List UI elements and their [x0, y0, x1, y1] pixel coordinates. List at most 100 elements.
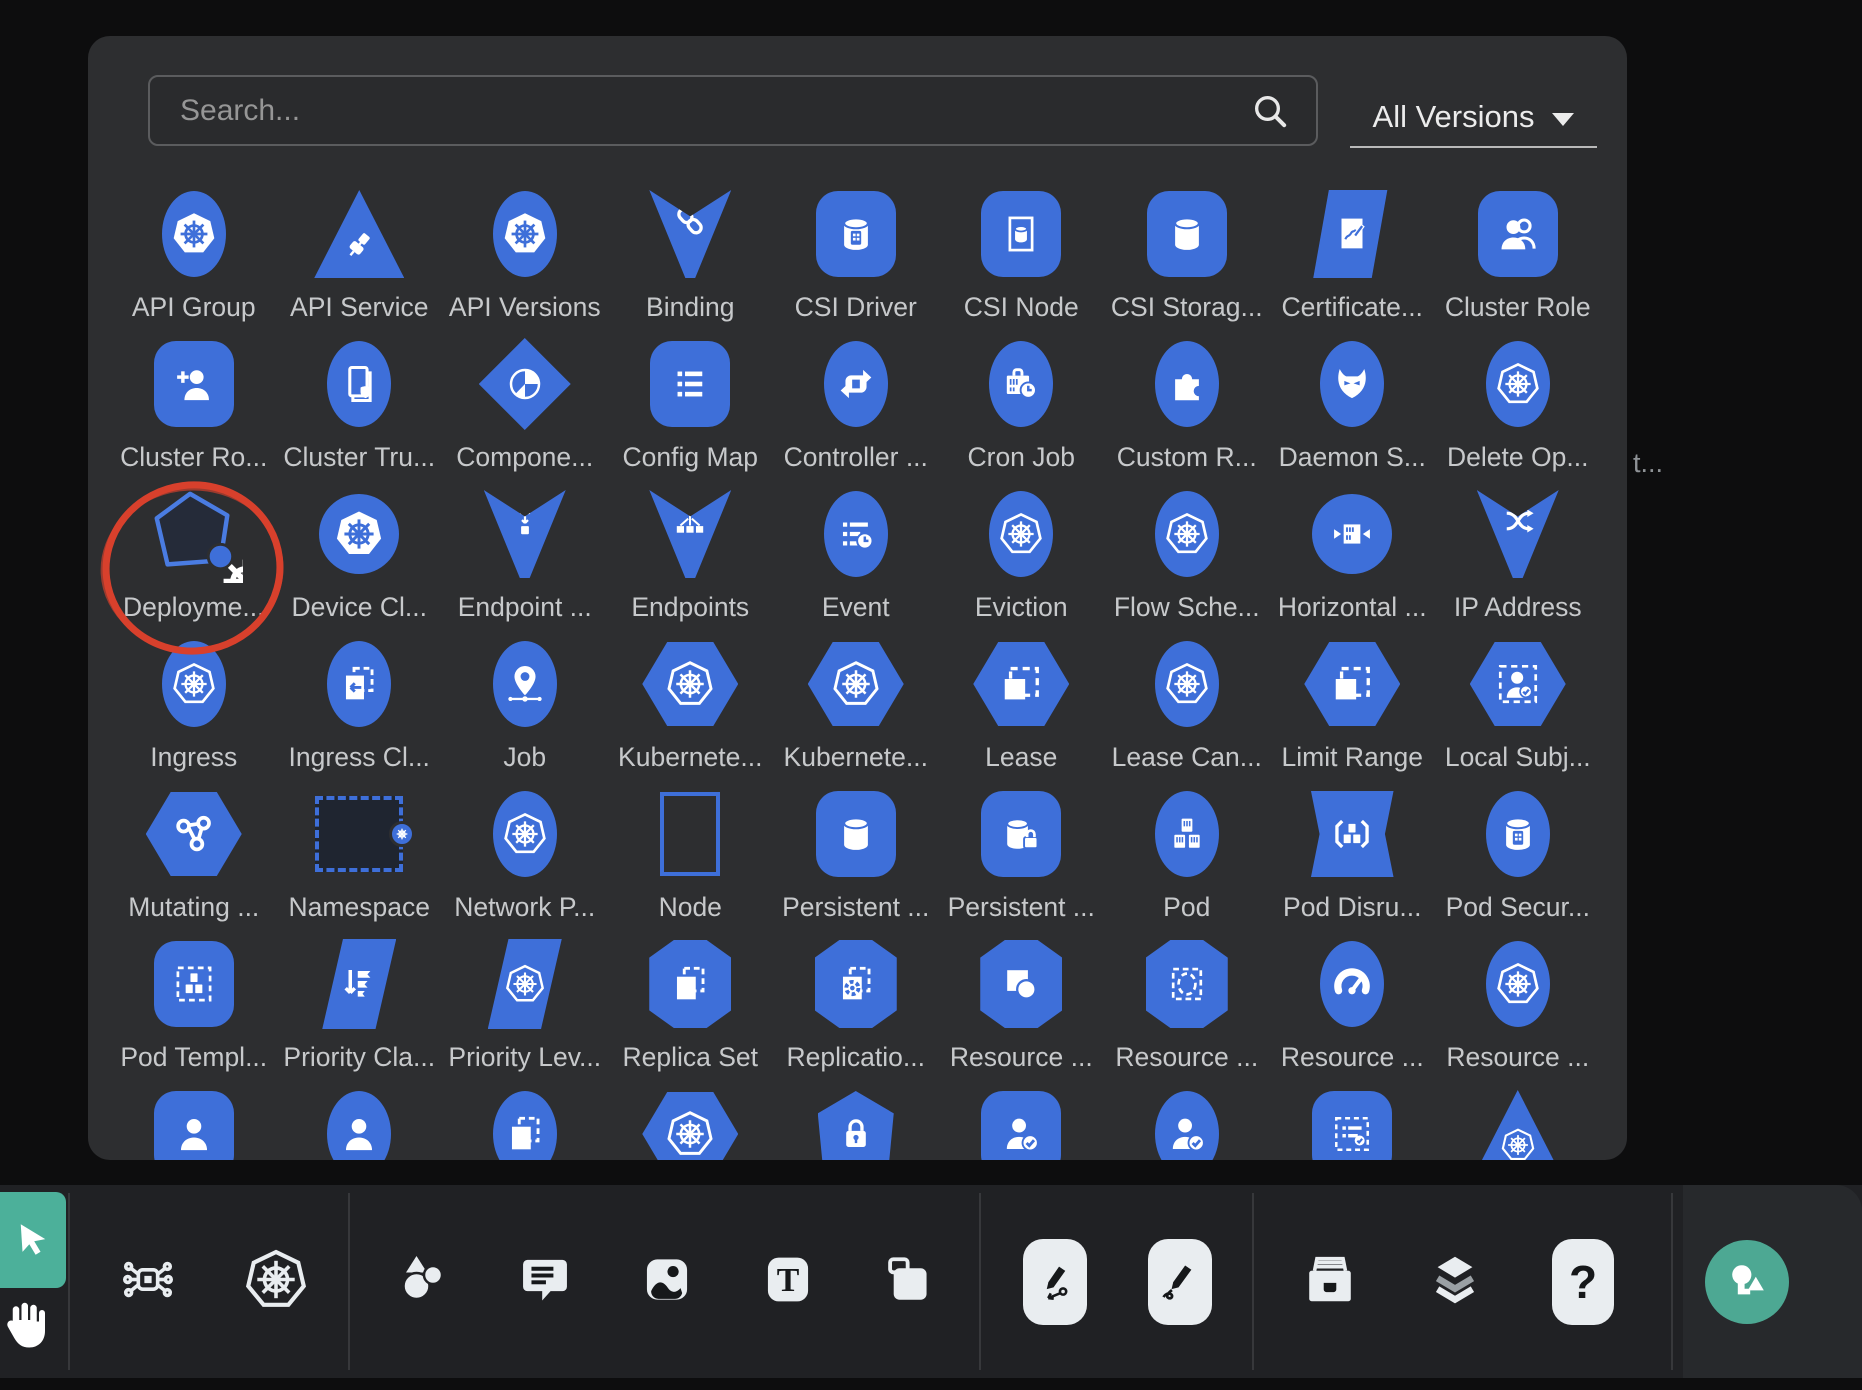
library-item-api-service[interactable]: API Service: [277, 176, 443, 326]
library-item-replica-set[interactable]: Replica Set: [608, 926, 774, 1076]
library-item-resource[interactable]: Resource ...: [1270, 926, 1436, 1076]
diagram-tool-button[interactable]: [119, 1250, 177, 1313]
freehand-pen-tool-button[interactable]: [1148, 1239, 1212, 1325]
library-item-cron-job[interactable]: Cron Job: [939, 326, 1105, 476]
search-input[interactable]: [150, 94, 1250, 128]
k8s-icon: [818, 1076, 894, 1160]
library-item-label: Custom R...: [1117, 442, 1257, 476]
library-item-ingress-cl[interactable]: Ingress Cl...: [277, 626, 443, 776]
image-tool-button[interactable]: [639, 1251, 695, 1312]
library-item-api-versions[interactable]: API Versions: [442, 176, 608, 326]
library-item-resource[interactable]: Resource ...: [939, 926, 1105, 1076]
library-item-pod-templ[interactable]: Pod Templ...: [111, 926, 277, 1076]
mutating-icon: [146, 776, 242, 892]
library-item-cluster-tru[interactable]: Cluster Tru...: [277, 326, 443, 476]
library-item-kubernete[interactable]: Kubernete...: [773, 626, 939, 776]
library-item-compone[interactable]: Compone...: [442, 326, 608, 476]
library-item-label: Priority Lev...: [448, 1042, 601, 1076]
library-item-binding[interactable]: Binding: [608, 176, 774, 326]
library-item-cluster-ro[interactable]: Cluster Ro...: [111, 326, 277, 476]
library-item-row7-col4[interactable]: [608, 1076, 774, 1160]
library-item-label: Resource ...: [950, 1042, 1093, 1076]
library-item-config-map[interactable]: Config Map: [608, 326, 774, 476]
library-item-lease-can[interactable]: Lease Can...: [1104, 626, 1270, 776]
library-item-limit-range[interactable]: Limit Range: [1270, 626, 1436, 776]
comment-tool-button[interactable]: [517, 1251, 573, 1312]
library-item-replicatio[interactable]: Replicatio...: [773, 926, 939, 1076]
library-item-mutating[interactable]: Mutating ...: [111, 776, 277, 926]
library-item-deployme[interactable]: Deployme...: [111, 476, 277, 626]
library-item-pod-disru[interactable]: Pod Disru...: [1270, 776, 1436, 926]
library-item-device-cl[interactable]: Device Cl...: [277, 476, 443, 626]
shapes-tool-button[interactable]: [394, 1249, 454, 1314]
search-icon: [1250, 91, 1290, 131]
library-item-certificate[interactable]: Certificate...: [1270, 176, 1436, 326]
library-item-ip-address[interactable]: IP Address: [1435, 476, 1601, 626]
selection-tool-button[interactable]: [0, 1192, 66, 1288]
library-item-priority-cla[interactable]: Priority Cla...: [277, 926, 443, 1076]
library-item-local-subj[interactable]: Local Subj...: [1435, 626, 1601, 776]
library-item-csi-storag[interactable]: CSI Storag...: [1104, 176, 1270, 326]
library-item-ingress[interactable]: Ingress: [111, 626, 277, 776]
library-item-label: Priority Cla...: [283, 1042, 435, 1076]
library-item-custom-r[interactable]: Custom R...: [1104, 326, 1270, 476]
pod-secur-icon: [1486, 776, 1550, 892]
library-item-delete-op[interactable]: Delete Op...: [1435, 326, 1601, 476]
library-item-flow-sche[interactable]: Flow Sche...: [1104, 476, 1270, 626]
library-item-kubernete[interactable]: Kubernete...: [608, 626, 774, 776]
layers-tool-button[interactable]: [1426, 1250, 1484, 1313]
library-item-row7-col8[interactable]: [1270, 1076, 1436, 1160]
search-box[interactable]: [148, 75, 1318, 146]
library-item-label: Pod Disru...: [1283, 892, 1421, 926]
archive-tool-button[interactable]: [1301, 1250, 1359, 1313]
library-item-eviction[interactable]: Eviction: [939, 476, 1105, 626]
library-item-row7-col5[interactable]: [773, 1076, 939, 1160]
library-item-controller[interactable]: Controller ...: [773, 326, 939, 476]
library-item-event[interactable]: Event: [773, 476, 939, 626]
library-item-persistent[interactable]: Persistent ...: [939, 776, 1105, 926]
library-item-persistent[interactable]: Persistent ...: [773, 776, 939, 926]
library-item-csi-node[interactable]: CSI Node: [939, 176, 1105, 326]
library-item-endpoint[interactable]: Endpoint ...: [442, 476, 608, 626]
library-item-row7-col7[interactable]: [1104, 1076, 1270, 1160]
csi-driver-icon: [816, 176, 896, 292]
library-item-api-group[interactable]: API Group: [111, 176, 277, 326]
library-item-node[interactable]: Node: [608, 776, 774, 926]
library-item-cluster-role[interactable]: Cluster Role: [1435, 176, 1601, 326]
text-tool-button[interactable]: T: [760, 1251, 816, 1312]
library-item-resource[interactable]: Resource ...: [1435, 926, 1601, 1076]
library-item-row7-col9[interactable]: [1435, 1076, 1601, 1160]
library-item-horizontal[interactable]: Horizontal ...: [1270, 476, 1436, 626]
shapes-library-icon: [1705, 1240, 1789, 1324]
library-item-row7-col1[interactable]: [111, 1076, 277, 1160]
library-item-label: CSI Driver: [795, 292, 917, 326]
library-item-row7-col2[interactable]: [277, 1076, 443, 1160]
canvas-clipped-text: t...: [1633, 448, 1663, 479]
library-item-row7-col3[interactable]: [442, 1076, 608, 1160]
endpoints-icon: [649, 476, 731, 592]
library-item-priority-lev[interactable]: Priority Lev...: [442, 926, 608, 1076]
library-item-endpoints[interactable]: Endpoints: [608, 476, 774, 626]
library-button-button[interactable]: [1705, 1240, 1789, 1324]
library-item-csi-driver[interactable]: CSI Driver: [773, 176, 939, 326]
library-item-label: CSI Storag...: [1111, 292, 1263, 326]
help-tool-button[interactable]: ?: [1552, 1239, 1614, 1325]
library-item-namespace[interactable]: Namespace: [277, 776, 443, 926]
library-item-label: Daemon S...: [1279, 442, 1426, 476]
kubernetes-library-tool-button[interactable]: [243, 1246, 309, 1317]
library-item-daemon-s[interactable]: Daemon S...: [1270, 326, 1436, 476]
library-item-lease[interactable]: Lease: [939, 626, 1105, 776]
library-item-row7-col6[interactable]: [939, 1076, 1105, 1160]
library-item-pod-secur[interactable]: Pod Secur...: [1435, 776, 1601, 926]
k8s-icon: [1312, 1076, 1392, 1160]
pan-tool-button[interactable]: [0, 1289, 54, 1363]
version-filter-dropdown[interactable]: All Versions: [1350, 88, 1597, 148]
library-item-job[interactable]: Job: [442, 626, 608, 776]
note-tool-button[interactable]: [882, 1252, 936, 1311]
library-item-network-p[interactable]: Network P...: [442, 776, 608, 926]
library-item-resource[interactable]: Resource ...: [1104, 926, 1270, 1076]
library-item-label: Config Map: [622, 442, 758, 476]
library-item-pod[interactable]: Pod: [1104, 776, 1270, 926]
connector-pen-tool-button[interactable]: [1023, 1239, 1087, 1325]
library-item-label: Eviction: [975, 592, 1068, 626]
